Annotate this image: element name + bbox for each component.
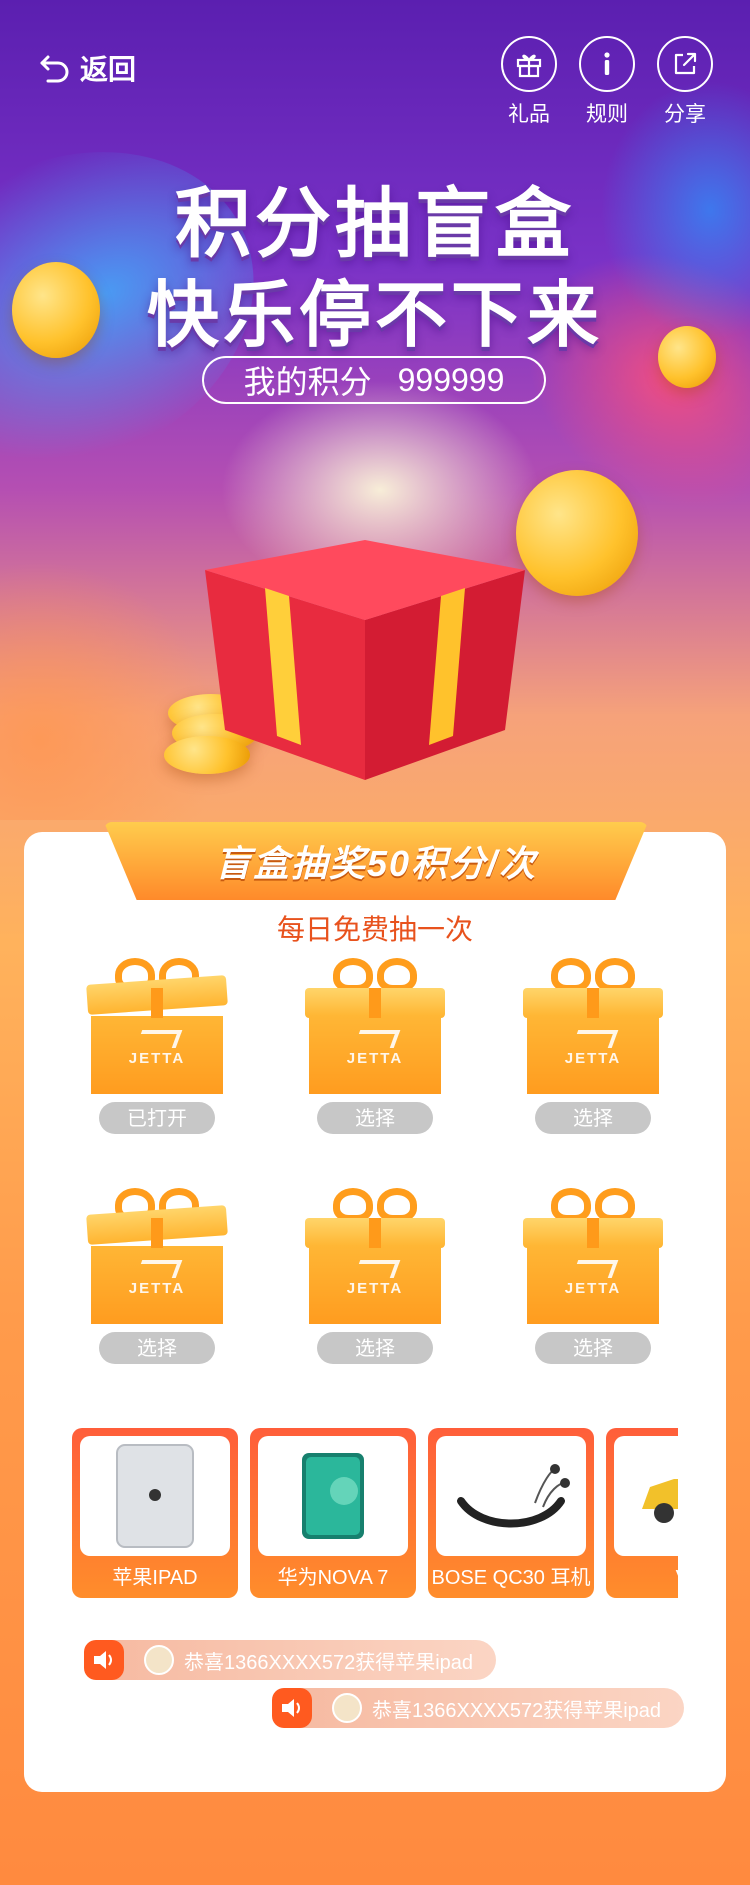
prize-card[interactable]: VS <box>606 1428 678 1598</box>
jetta-logo: JETTA <box>128 1050 186 1067</box>
prize-card[interactable]: 华为NOVA 7 <box>250 1428 416 1598</box>
gift-label: 礼品 <box>508 103 550 126</box>
gift-box-icon: JETTA <box>86 1180 228 1324</box>
share-label: 分享 <box>664 103 706 126</box>
back-label: 返回 <box>80 54 137 85</box>
coin-decoration <box>516 470 638 596</box>
back-arrow-icon <box>40 55 69 83</box>
notice-text: 恭喜1366XXXX572获得苹果ipad <box>184 1651 474 1674</box>
box-button[interactable]: 已打开 <box>99 1102 215 1134</box>
gift-box-icon: JETTA <box>86 950 228 1094</box>
earphones-icon <box>457 1464 570 1528</box>
avatar <box>144 1645 174 1675</box>
prize-label: BOSE QC30 耳机 <box>431 1567 591 1589</box>
share-button[interactable]: 分享 <box>654 36 716 128</box>
tablet-icon <box>116 1444 194 1548</box>
points-badge: 我的积分 999999 <box>202 356 546 404</box>
box-button[interactable]: 选择 <box>317 1332 433 1364</box>
jetta-logo: JETTA <box>128 1280 186 1297</box>
phone-icon <box>302 1453 364 1539</box>
prize-label: VS <box>606 1567 678 1590</box>
gift-button[interactable]: 礼品 <box>498 36 560 128</box>
winner-notice: 恭喜1366XXXX572获得苹果ipad <box>272 1688 684 1728</box>
box-button[interactable]: 选择 <box>317 1102 433 1134</box>
notice-text: 恭喜1366XXXX572获得苹果ipad <box>372 1699 662 1722</box>
gift-icon <box>516 54 542 78</box>
hero-gift-box <box>205 540 525 780</box>
draw-banner: 盲盒抽奖50积分/次 <box>104 822 648 900</box>
blind-box[interactable]: JETTA 选择 <box>300 950 450 1134</box>
box-button[interactable]: 选择 <box>535 1332 651 1364</box>
gift-box-icon: JETTA <box>305 1180 445 1324</box>
winner-notice: 恭喜1366XXXX572获得苹果ipad <box>84 1640 496 1680</box>
back-button[interactable]: 返回 <box>38 48 136 88</box>
jetta-logo: JETTA <box>564 1050 622 1067</box>
prize-label: 华为NOVA 7 <box>277 1567 389 1589</box>
gift-box-icon: JETTA <box>523 1180 663 1324</box>
car-icon <box>642 1479 678 1523</box>
points-label: 我的积分 <box>243 364 372 400</box>
top-bar: 返回 礼品 规则 分享 <box>0 0 750 140</box>
jetta-logo: JETTA <box>346 1050 404 1067</box>
blind-box[interactable]: JETTA 选择 <box>82 1180 232 1364</box>
speaker-icon <box>272 1688 312 1728</box>
prize-card[interactable]: BOSE QC30 耳机 <box>428 1428 594 1598</box>
gift-box-icon: JETTA <box>523 950 663 1094</box>
speaker-icon <box>84 1640 124 1680</box>
jetta-logo: JETTA <box>564 1280 622 1297</box>
box-button[interactable]: 选择 <box>535 1102 651 1134</box>
box-button[interactable]: 选择 <box>99 1332 215 1364</box>
daily-free-text: 每日免费抽一次 <box>276 914 473 945</box>
rules-label: 规则 <box>586 103 628 126</box>
blind-box[interactable]: JETTA 已打开 <box>82 950 232 1134</box>
prize-label: 苹果IPAD <box>112 1567 198 1589</box>
jetta-logo: JETTA <box>346 1280 404 1297</box>
blind-box[interactable]: JETTA 选择 <box>518 950 668 1134</box>
page-subtitle: 快乐停不下来 <box>146 276 603 356</box>
prize-card[interactable]: 苹果IPAD <box>72 1428 238 1598</box>
share-icon <box>674 52 697 75</box>
points-value: 999999 <box>397 361 505 398</box>
info-icon <box>604 52 610 75</box>
prize-carousel[interactable]: 苹果IPAD 华为NOVA 7 BOSE QC30 耳机 <box>72 1428 678 1598</box>
blind-box[interactable]: JETTA 选择 <box>300 1180 450 1364</box>
gift-box-icon: JETTA <box>305 950 445 1094</box>
rules-button[interactable]: 规则 <box>576 36 638 128</box>
avatar <box>332 1693 362 1723</box>
blind-box[interactable]: JETTA 选择 <box>518 1180 668 1364</box>
